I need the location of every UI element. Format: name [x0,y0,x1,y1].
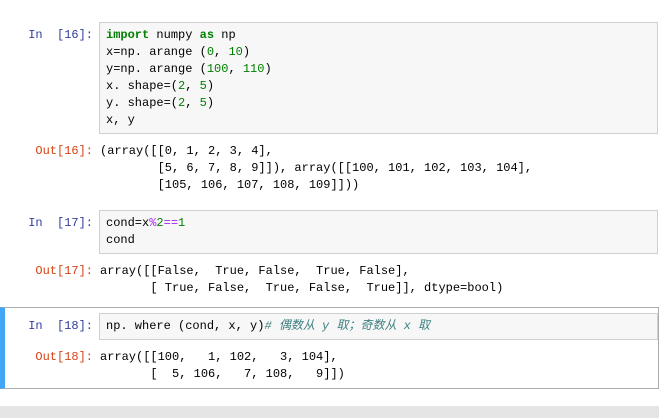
output-text: array([[100, 1, 102, 3, 104], [ 5, 106, … [100,349,658,383]
code-line: x=np. arange (0, 10) [106,44,653,61]
code-editor[interactable]: cond=x%2==1cond [99,210,658,254]
input-prompt: In [18]: [5,313,93,335]
code-line: x. shape=(2, 5) [106,78,653,95]
code-cell-18-selected[interactable]: In [18]: np. where (cond, x, y)# 偶数从 y 取… [0,307,659,389]
output-text: (array([[0, 1, 2, 3, 4], [5, 6, 7, 8, 9]… [100,143,658,194]
code-line: cond=x%2==1 [106,215,653,232]
input-prompt: In [17]: [5,210,93,232]
code-cell-16[interactable]: In [16]: import numpy as npx=np. arange … [0,16,659,200]
output-prompt: Out[17]: [5,263,93,280]
code-line: cond [106,232,653,249]
output-row: Out[18]: array([[100, 1, 102, 3, 104], [… [5,349,658,383]
notebook: In [16]: import numpy as npx=np. arange … [0,0,659,389]
code-line: y=np. arange (100, 110) [106,61,653,78]
input-row: In [18]: np. where (cond, x, y)# 偶数从 y 取… [5,313,658,340]
code-line: np. where (cond, x, y)# 偶数从 y 取；奇数从 x 取 [106,318,653,335]
code-editor[interactable]: np. where (cond, x, y)# 偶数从 y 取；奇数从 x 取 [99,313,658,340]
output-text: array([[False, True, False, True, False]… [100,263,658,297]
input-prompt: In [16]: [5,22,93,44]
output-prompt: Out[18]: [5,349,93,366]
output-row: Out[16]: (array([[0, 1, 2, 3, 4], [5, 6,… [5,143,658,194]
code-cell-17[interactable]: In [17]: cond=x%2==1cond Out[17]: array(… [0,204,659,303]
output-prompt: Out[16]: [5,143,93,160]
input-row: In [16]: import numpy as npx=np. arange … [5,22,658,134]
next-cell-input-partial[interactable] [0,406,659,418]
code-line: import numpy as np [106,27,653,44]
code-line: x, y [106,112,653,129]
code-line: y. shape=(2, 5) [106,95,653,112]
input-row: In [17]: cond=x%2==1cond [5,210,658,254]
code-editor[interactable]: import numpy as npx=np. arange (0, 10)y=… [99,22,658,134]
output-row: Out[17]: array([[False, True, False, Tru… [5,263,658,297]
